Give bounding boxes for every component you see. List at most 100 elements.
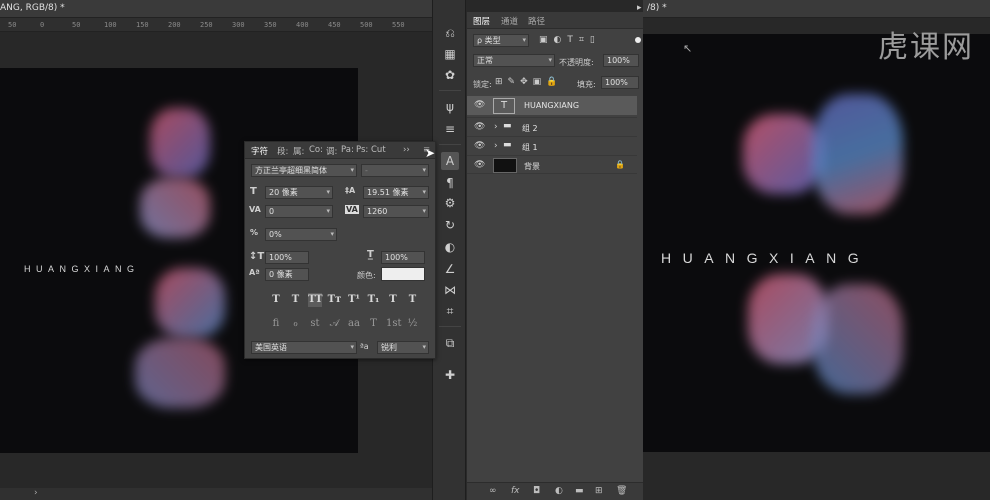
calligraphy-stroke xyxy=(150,108,210,178)
layers-panel: 图层 通道 路径 ρ 类型 ▾ ▣◐T⌗▯ 正常 ▾ 不透明度: 100% 锁定: … xyxy=(466,12,644,500)
fill-field[interactable]: 100% xyxy=(601,76,639,89)
tab-paths[interactable]: Pa: xyxy=(341,145,354,155)
horizontal-scale-icon: T̲ xyxy=(367,249,374,260)
tracking-icon: VA xyxy=(345,205,359,214)
ruler-tick-label: 350 xyxy=(264,21,277,29)
lock-icons[interactable]: ⊞✎✥▣🔒 xyxy=(495,77,562,87)
tab-cut[interactable]: Cut xyxy=(371,145,386,155)
opentype-button[interactable]: 𝒜 xyxy=(328,317,342,331)
format-button[interactable]: T₁ xyxy=(367,293,381,307)
tsume-field[interactable]: 0% ▾ xyxy=(265,228,337,241)
tab-color[interactable]: Co: xyxy=(309,145,323,155)
eye-icon[interactable]: 👁 xyxy=(474,160,485,170)
left-document-tab[interactable]: ANG, RGB/8) * xyxy=(0,0,432,18)
adjust-sliders-icon[interactable]: ≡ xyxy=(441,120,459,138)
text-color-swatch[interactable] xyxy=(381,267,425,281)
format-button[interactable]: Tт xyxy=(328,293,342,307)
format-button[interactable]: T xyxy=(289,293,303,307)
tab-paragraph[interactable]: 段: xyxy=(277,145,288,157)
separator xyxy=(439,326,461,327)
layer-row-text[interactable]: 👁 T HUANGXIANG xyxy=(467,96,637,115)
opentype-button[interactable]: T xyxy=(367,317,381,331)
tab-character[interactable]: 字符 xyxy=(251,145,268,157)
language-select[interactable]: 美国英语 ▾ xyxy=(251,341,357,354)
format-button[interactable]: T xyxy=(406,293,420,307)
rotate-icon[interactable]: ↻ xyxy=(441,216,459,234)
layer-name: 背景 xyxy=(524,162,540,171)
calligraphy-stroke xyxy=(743,114,823,194)
expand-chevron-icon[interactable]: › xyxy=(494,122,498,132)
ruler-tick-label: 150 xyxy=(136,21,149,29)
new-layer-icon[interactable]: ⊞ xyxy=(595,486,603,496)
tab-properties[interactable]: 属: xyxy=(293,145,304,157)
mouse-cursor-icon: ➤ xyxy=(425,146,436,160)
tab-adjust[interactable]: 调: xyxy=(326,145,337,157)
mask-icon[interactable]: ◘ xyxy=(533,486,540,496)
format-button[interactable]: T xyxy=(269,293,283,307)
tab-channels[interactable]: 通道 xyxy=(501,15,518,27)
grid-icon[interactable]: ▦ xyxy=(441,45,459,63)
kerning-icon: VA xyxy=(249,205,261,214)
tab-layers[interactable]: 图层 xyxy=(473,15,490,27)
opacity-label: 不透明度: xyxy=(559,58,594,67)
right-document-tab[interactable]: ▸ /8) * xyxy=(637,0,990,18)
opentype-button[interactable]: st xyxy=(308,317,322,331)
calligraphy-stroke xyxy=(813,94,903,214)
tab-paths[interactable]: 路径 xyxy=(528,15,545,27)
crop-icon[interactable]: ⌗ xyxy=(441,302,459,320)
opentype-button[interactable]: ℴ xyxy=(289,317,303,331)
layer-filter-icons[interactable]: ▣◐T⌗▯ xyxy=(539,35,601,45)
glyphs-icon[interactable]: ⚙ xyxy=(441,194,459,212)
layer-row-group[interactable]: 👁 › ▬ 组 1 xyxy=(467,136,637,155)
left-document-title: ANG, RGB/8) * xyxy=(0,3,65,13)
brush-settings-icon[interactable]: ψ xyxy=(441,98,459,116)
opentype-button[interactable]: aa xyxy=(347,317,361,331)
font-family-select[interactable]: 方正兰亭超细黑简体 ▾ xyxy=(251,164,357,177)
font-style-select[interactable]: - ▾ xyxy=(361,164,429,177)
blend-mode-select[interactable]: 正常 ▾ xyxy=(473,54,555,67)
fx-icon[interactable]: fx xyxy=(511,486,520,496)
clone-source-icon[interactable]: ⧉ xyxy=(441,334,459,352)
link-icon[interactable]: ∞ xyxy=(489,486,497,496)
horizontal-scale-field[interactable]: 100% xyxy=(381,251,425,264)
baseline-shift-field[interactable]: 0 像素 xyxy=(265,268,309,281)
opacity-field[interactable]: 100% xyxy=(603,54,639,67)
history-icon[interactable]: ⎌ xyxy=(441,24,459,42)
measure-icon[interactable]: ∠ xyxy=(441,260,459,278)
expand-chevron-icon[interactable]: › xyxy=(494,141,498,151)
format-button[interactable]: T xyxy=(386,293,400,307)
text-layer-thumbnail-icon: T xyxy=(493,98,515,114)
puzzle-icon[interactable]: ✚ xyxy=(441,366,459,384)
eye-icon[interactable]: 👁 xyxy=(474,100,485,110)
paragraph-icon[interactable]: ¶ xyxy=(441,174,459,192)
format-button[interactable]: TT xyxy=(308,293,323,307)
format-button[interactable]: T¹ xyxy=(347,293,361,307)
eye-icon[interactable]: 👁 xyxy=(474,141,485,151)
font-size-field[interactable]: 20 像素 ▾ xyxy=(265,186,333,199)
contrast-icon[interactable]: ◐ xyxy=(441,238,459,256)
trash-icon[interactable]: 🗑 xyxy=(616,486,627,496)
eye-icon[interactable]: 👁 xyxy=(474,122,485,132)
layer-row-background[interactable]: 👁 背景 🔒 xyxy=(467,155,637,174)
right-canvas[interactable]: HUANGXIANG xyxy=(643,34,990,452)
layers-panel-tabs: 图层 通道 路径 xyxy=(467,12,644,29)
opentype-button[interactable]: 1st xyxy=(386,317,402,331)
layer-row-group[interactable]: 👁 › ▬ 组 2 xyxy=(467,117,637,136)
antialias-select[interactable]: 锐利 ▾ xyxy=(377,341,429,354)
opentype-button[interactable]: fi xyxy=(269,317,283,331)
tab-ps[interactable]: Ps: xyxy=(356,145,368,155)
bowtie-icon[interactable]: ⋈ xyxy=(441,281,459,299)
tracking-field[interactable]: 1260 ▾ xyxy=(363,205,429,218)
kerning-field[interactable]: 0 ▾ xyxy=(265,205,333,218)
vertical-scale-field[interactable]: 100% xyxy=(265,251,309,264)
filter-toggle-icon[interactable] xyxy=(635,37,641,43)
status-arrow[interactable]: › xyxy=(34,488,38,498)
layer-filter-select[interactable]: ρ 类型 ▾ xyxy=(473,34,529,47)
leading-field[interactable]: 19.51 像素 ▾ xyxy=(363,186,429,199)
swatches-icon[interactable]: ✿ xyxy=(441,66,459,84)
folder-icon[interactable]: ▬ xyxy=(575,486,584,496)
character-panel-icon[interactable]: A xyxy=(441,152,459,170)
opentype-button[interactable]: ½ xyxy=(406,317,420,331)
adjustment-icon[interactable]: ◐ xyxy=(555,486,563,496)
double-chevron-icon[interactable]: ›› xyxy=(403,145,410,155)
